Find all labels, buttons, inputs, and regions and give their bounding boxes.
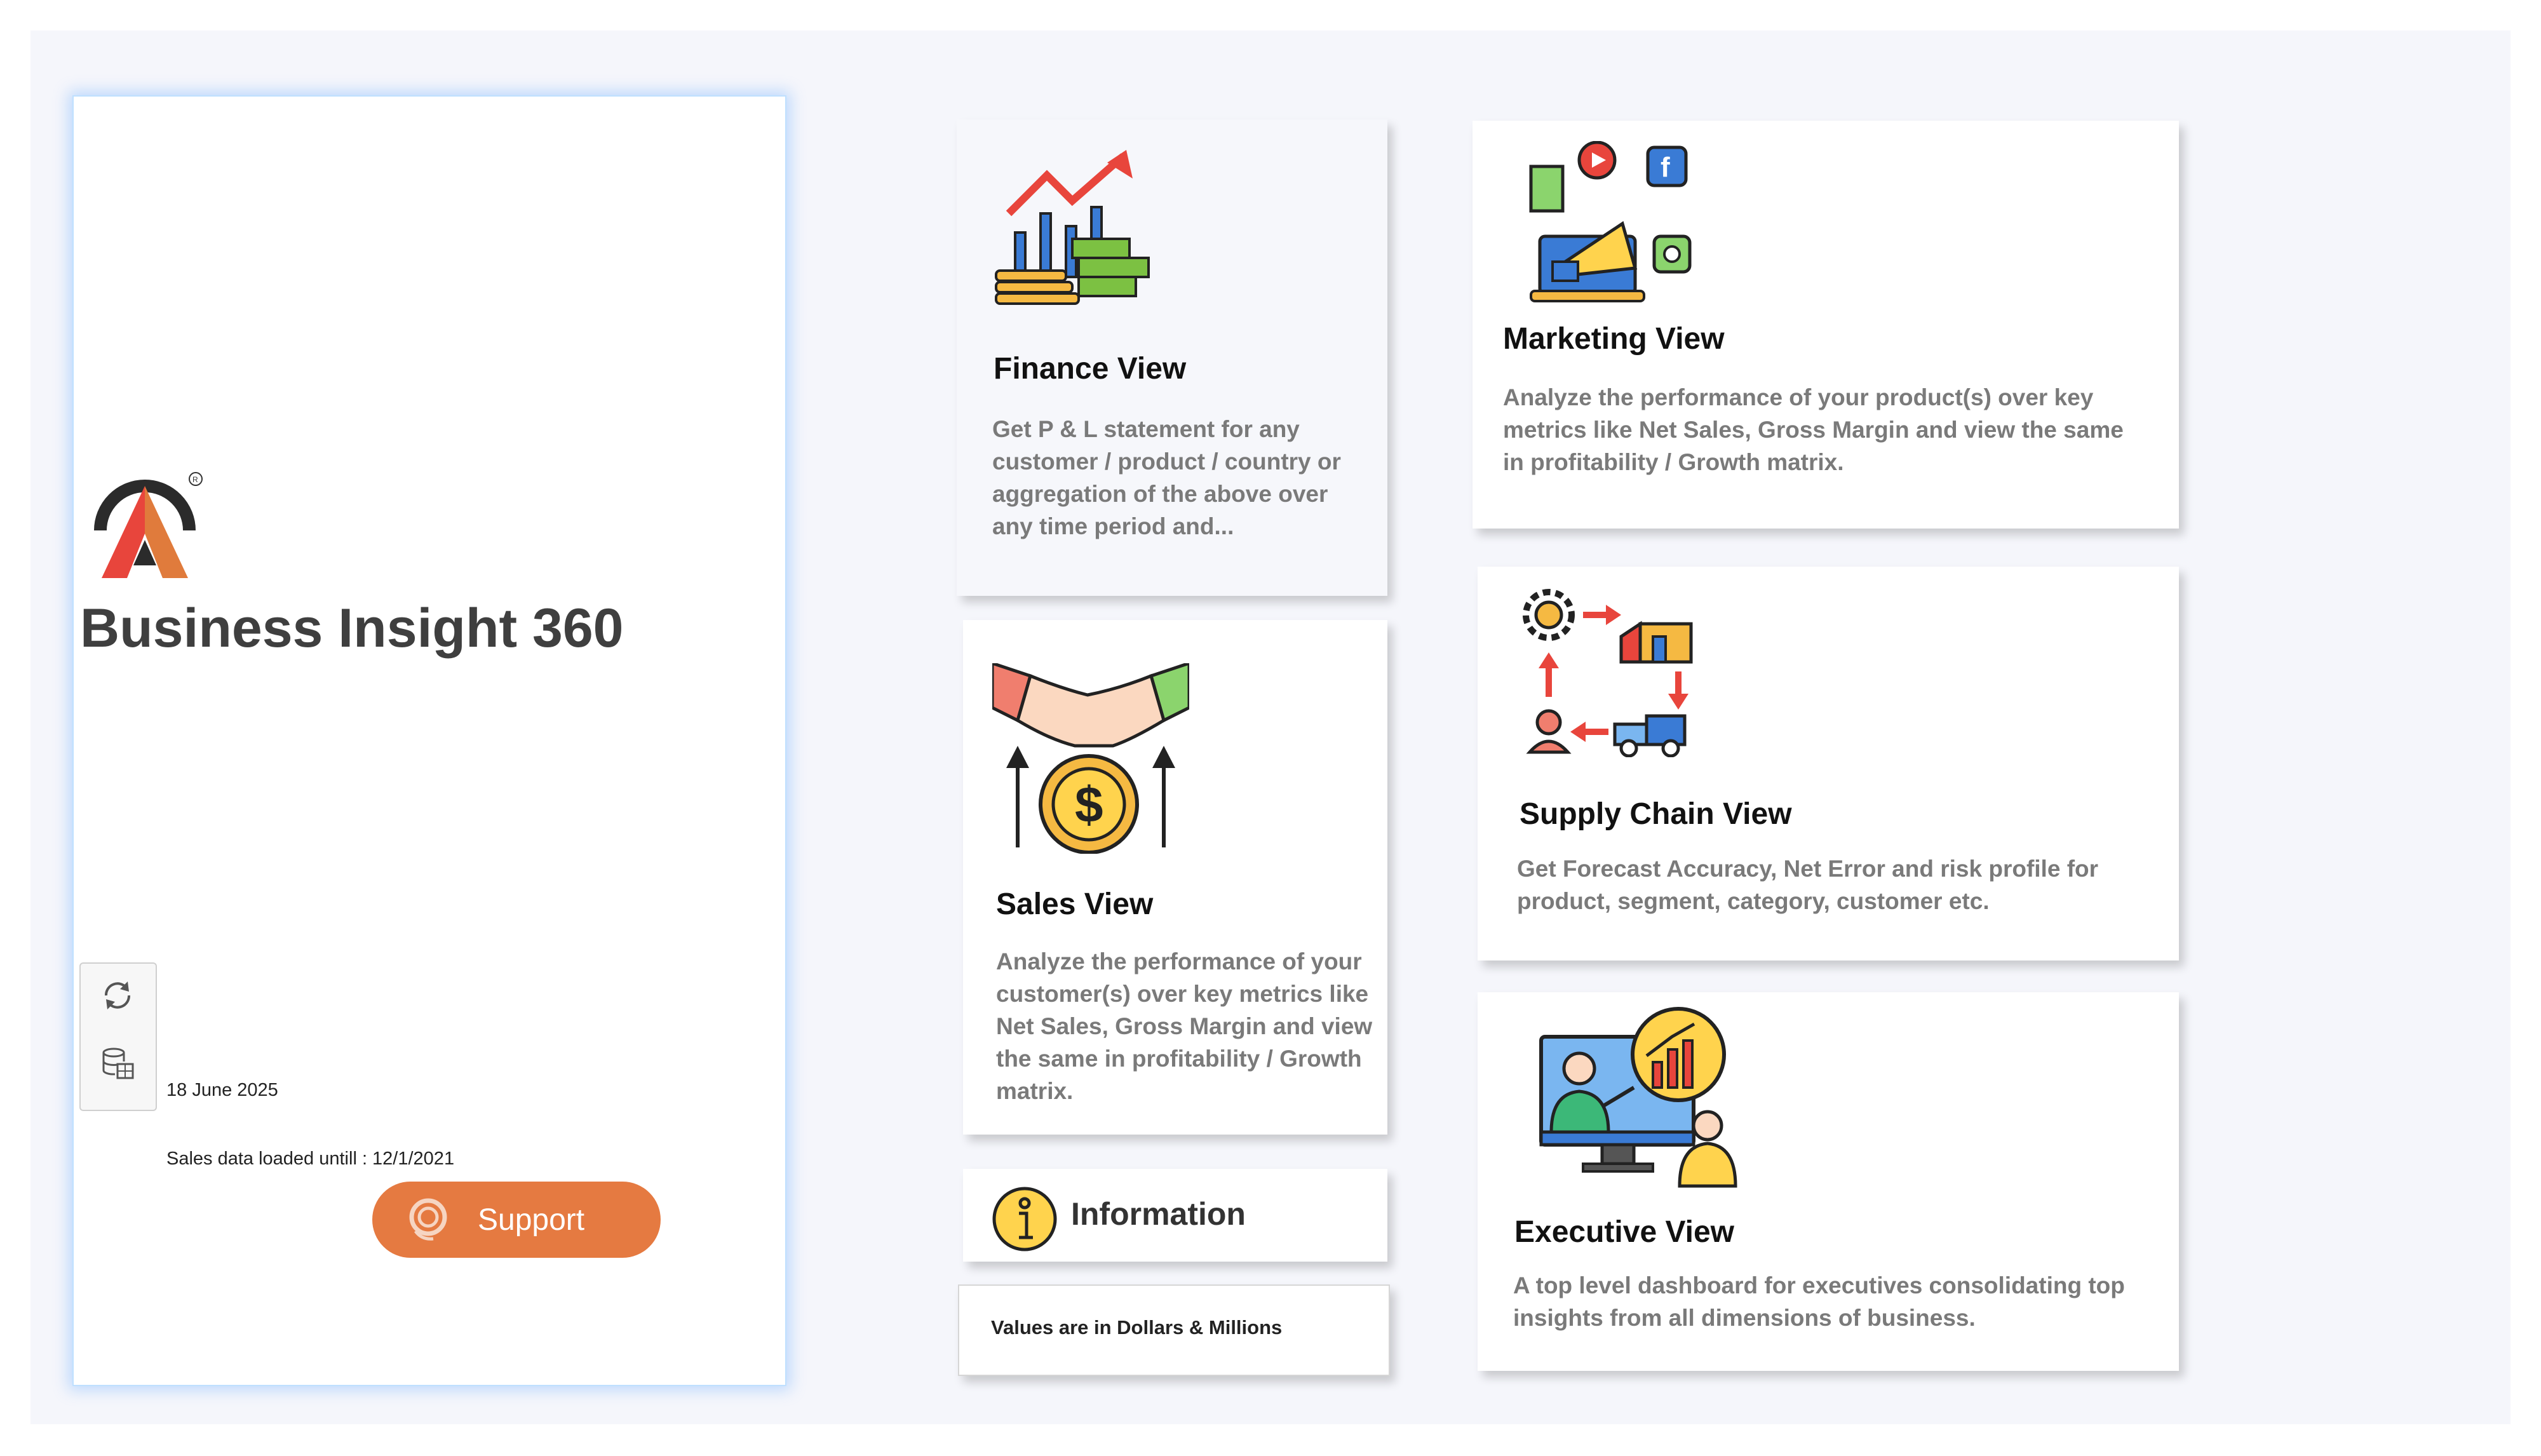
finance-view-title: Finance View (994, 352, 1187, 386)
svg-text:$: $ (1075, 776, 1103, 833)
data-loaded-date: Sales data loaded untill : 12/1/2021 (166, 1149, 455, 1169)
sales-view-title: Sales View (996, 887, 1154, 921)
refresh-icon[interactable] (98, 976, 137, 1014)
app-title: Business Insight 360 (80, 598, 624, 659)
database-icon (102, 1048, 134, 1079)
finance-growth-icon (995, 150, 1150, 305)
supply-chain-view-description: Get Forecast Accuracy, Net Error and ris… (1517, 856, 2099, 914)
executive-view-description: A top level dashboard for executives con… (1513, 1272, 2125, 1331)
sales-view-card[interactable]: $ Sales View Analyze the performance of … (963, 620, 1387, 1135)
executive-view-card[interactable]: Executive View A top level dashboard for… (1478, 992, 2179, 1371)
sales-view-description: Analyze the performance of your customer… (996, 948, 1373, 1104)
finance-view-description: Get P & L statement for any customer / p… (992, 416, 1341, 539)
support-label: Support (478, 1203, 585, 1237)
status-info-box (79, 962, 157, 1111)
refresh-date: 18 June 2025 (166, 1080, 278, 1100)
information-card[interactable]: Information (963, 1169, 1387, 1262)
svg-text:f: f (1661, 152, 1670, 183)
units-note: Values are in Dollars & Millions (991, 1316, 1283, 1338)
headset-icon (409, 1198, 447, 1241)
marketing-view-card[interactable]: f Marketing View Analyze the performance… (1473, 121, 2179, 529)
supply-chain-view-title: Supply Chain View (1520, 797, 1792, 831)
marketing-view-title: Marketing View (1503, 322, 1725, 356)
handshake-dollar-icon: $ (992, 663, 1189, 854)
supply-chain-view-card[interactable]: Supply Chain View Get Forecast Accuracy,… (1478, 567, 2179, 961)
marketing-megaphone-icon: f (1529, 141, 1692, 302)
atliq-logo: R (94, 472, 203, 578)
svg-text:R: R (192, 475, 198, 484)
units-note-card: Values are in Dollars & Millions (958, 1284, 1390, 1376)
info-icon (992, 1187, 1057, 1251)
finance-view-card[interactable]: Finance View Get P & L statement for any… (957, 119, 1387, 596)
information-label: Information (1071, 1196, 1246, 1232)
marketing-view-description: Analyze the performance of your product(… (1503, 384, 2124, 475)
supply-chain-icon (1523, 589, 1693, 757)
executive-presentation-icon (1539, 1007, 1737, 1188)
support-button[interactable]: Support (372, 1182, 661, 1258)
executive-view-title: Executive View (1514, 1215, 1734, 1249)
